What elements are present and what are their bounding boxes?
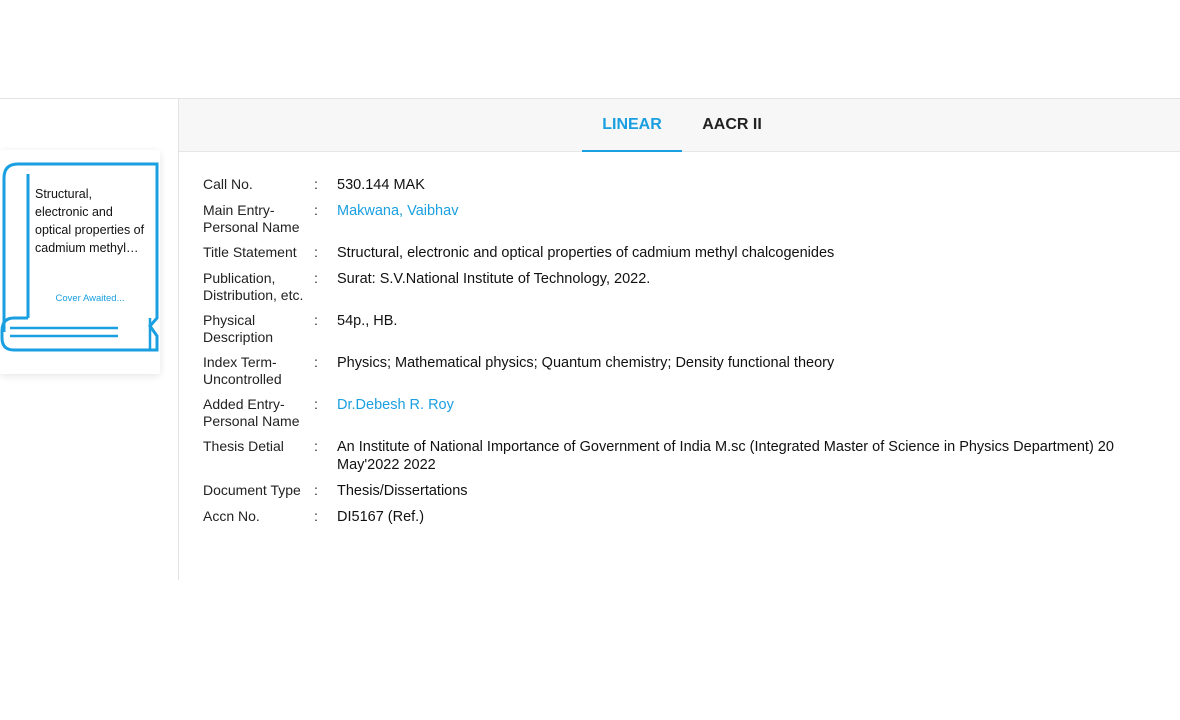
format-tab-bar: LINEAR AACR II — [179, 99, 1180, 152]
publication-label: Publication, Distribution, etc. — [203, 270, 304, 303]
separator: : — [314, 202, 318, 218]
added-entry-row: Added Entry-Personal Name : Dr.Debesh R.… — [203, 396, 1168, 430]
separator: : — [314, 396, 318, 412]
cover-card: Structural, electronic and optical prope… — [0, 150, 160, 374]
doc-type-label: Document Type — [203, 482, 301, 498]
main-entry-row: Main Entry-Personal Name : Makwana, Vaib… — [203, 202, 1168, 236]
thesis-label: Thesis Detial — [203, 438, 284, 454]
catalog-record: Call No. : 530.144 MAK Main Entry-Person… — [203, 176, 1168, 534]
index-term-value: Physics; Mathematical physics; Quantum c… — [337, 355, 835, 371]
title-statement-row: Title Statement : Structural, electronic… — [203, 244, 1168, 262]
publication-row: Publication, Distribution, etc. : Surat:… — [203, 270, 1168, 304]
accn-label: Accn No. — [203, 508, 260, 524]
physical-row: Physical Description : 54p., HB. — [203, 312, 1168, 346]
physical-label: Physical Description — [203, 312, 274, 345]
separator: : — [314, 176, 318, 192]
tab-aacr-ii[interactable]: AACR II — [687, 99, 777, 151]
added-entry-link[interactable]: Dr.Debesh R. Roy — [337, 397, 454, 413]
doc-type-value: Thesis/Dissertations — [337, 483, 468, 499]
cover-awaited-text: Cover Awaited... — [55, 293, 125, 304]
title-statement-label: Title Statement — [203, 244, 297, 260]
thesis-value: An Institute of National Importance of G… — [337, 439, 1114, 473]
physical-value: 54p., HB. — [337, 313, 398, 329]
cover-title: Structural, electronic and optical prope… — [35, 187, 145, 255]
accn-row: Accn No. : DI5167 (Ref.) — [203, 508, 1168, 526]
call-no-value: 530.144 MAK — [337, 177, 425, 193]
call-no-label: Call No. — [203, 176, 253, 192]
separator: : — [314, 312, 318, 328]
index-term-row: Index Term-Uncontrolled : Physics; Mathe… — [203, 354, 1168, 388]
main-entry-link[interactable]: Makwana, Vaibhav — [337, 203, 458, 219]
separator: : — [314, 354, 318, 370]
separator: : — [314, 244, 318, 260]
tab-linear[interactable]: LINEAR — [582, 99, 682, 152]
publication-value: Surat: S.V.National Institute of Technol… — [337, 271, 651, 287]
separator: : — [314, 270, 318, 286]
thesis-row: Thesis Detial : An Institute of National… — [203, 438, 1168, 474]
separator: : — [314, 482, 318, 498]
main-entry-label: Main Entry-Personal Name — [203, 202, 300, 235]
separator: : — [314, 508, 318, 524]
separator: : — [314, 438, 318, 454]
added-entry-label: Added Entry-Personal Name — [203, 396, 300, 429]
doc-type-row: Document Type : Thesis/Dissertations — [203, 482, 1168, 500]
index-term-label: Index Term-Uncontrolled — [203, 354, 282, 387]
column-divider — [178, 99, 179, 580]
call-no-row: Call No. : 530.144 MAK — [203, 176, 1168, 194]
title-statement-value: Structural, electronic and optical prope… — [337, 245, 835, 261]
accn-value: DI5167 (Ref.) — [337, 509, 425, 525]
